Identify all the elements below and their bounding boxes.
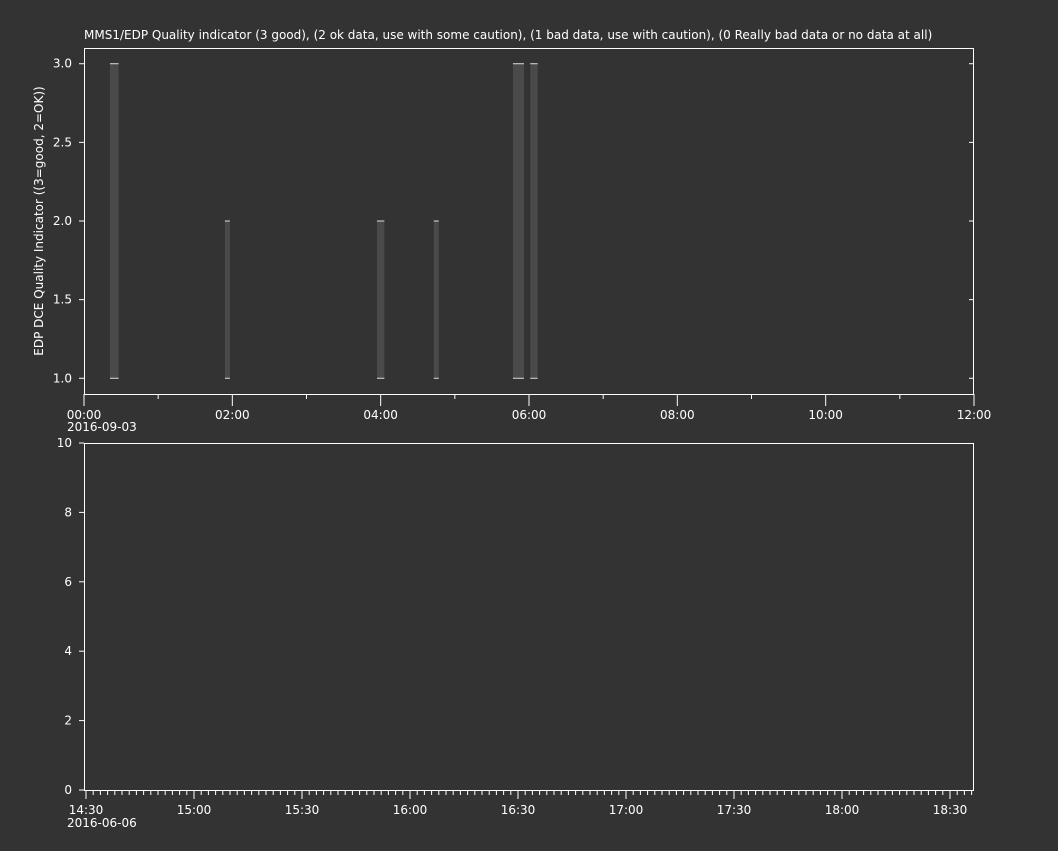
y-tick-label: 1.5 (53, 293, 72, 307)
x-tick-label: 15:30 (285, 803, 320, 817)
quality-bar (224, 221, 230, 379)
quality-bars (109, 63, 538, 379)
y-tick-label: 0 (64, 783, 72, 797)
y-tick-label: 2.5 (53, 135, 72, 149)
plot-frame (84, 48, 974, 395)
x-tick-label: 16:00 (393, 803, 428, 817)
x-tick-label: 14:30 (69, 803, 104, 817)
x-tick-label: 17:30 (717, 803, 752, 817)
y-axis-label: EDP DCE Quality Indicator ((3=good, 2=OK… (32, 86, 46, 355)
x-tick-label: 12:00 (957, 408, 992, 422)
x-date-label: 2016-09-03 (67, 420, 137, 434)
y-axis: 0 2 4 6 8 10 (57, 436, 84, 797)
x-axis: 14:30 15:00 15:30 16:00 16:30 17:00 17:30 18:00… (69, 790, 973, 817)
x-tick-label: 04:00 (363, 408, 398, 422)
y-tick-label: 1.0 (53, 371, 72, 385)
quality-bar (376, 221, 385, 379)
x-axis: 00:00 02:00 04:00 06:00 08:00 10:00 12:00 (67, 394, 992, 422)
y-tick-label: 2 (64, 714, 72, 728)
x-tick-label: 15:00 (177, 803, 212, 817)
y-tick-label: 10 (57, 436, 72, 450)
x-tick-label: 16:30 (501, 803, 536, 817)
x-date-label: 2016-06-06 (67, 816, 137, 830)
quality-bar (109, 63, 119, 379)
y-tick-label: 4 (64, 644, 72, 658)
quality-bar (512, 63, 525, 379)
quality-panel: MMS1/EDP Quality indicator (3 good), (2 … (32, 28, 991, 434)
y-tick-label: 8 (64, 505, 72, 519)
x-tick-label: 10:00 (808, 408, 843, 422)
panel-title: MMS1/EDP Quality indicator (3 good), (2 … (84, 28, 932, 42)
y-tick-label: 6 (64, 575, 72, 589)
x-tick-label: 17:00 (609, 803, 644, 817)
x-tick-label: 18:00 (825, 803, 860, 817)
y-tick-label: 2.0 (53, 214, 72, 228)
plot-frame (84, 443, 974, 791)
empty-panel: 0 2 4 6 8 10 14:30 15:00 15:30 16:00 16:30 17:00 17… (57, 436, 974, 830)
x-tick-label: 08:00 (660, 408, 695, 422)
x-tick-label: 02:00 (215, 408, 250, 422)
x-tick-label: 06:00 (512, 408, 547, 422)
plot-canvas: MMS1/EDP Quality indicator (3 good), (2 … (32, 28, 991, 830)
x-tick-label: 18:30 (933, 803, 968, 817)
y-tick-label: 3.0 (53, 57, 72, 71)
quality-bar (530, 63, 538, 379)
quality-bar (433, 221, 439, 379)
